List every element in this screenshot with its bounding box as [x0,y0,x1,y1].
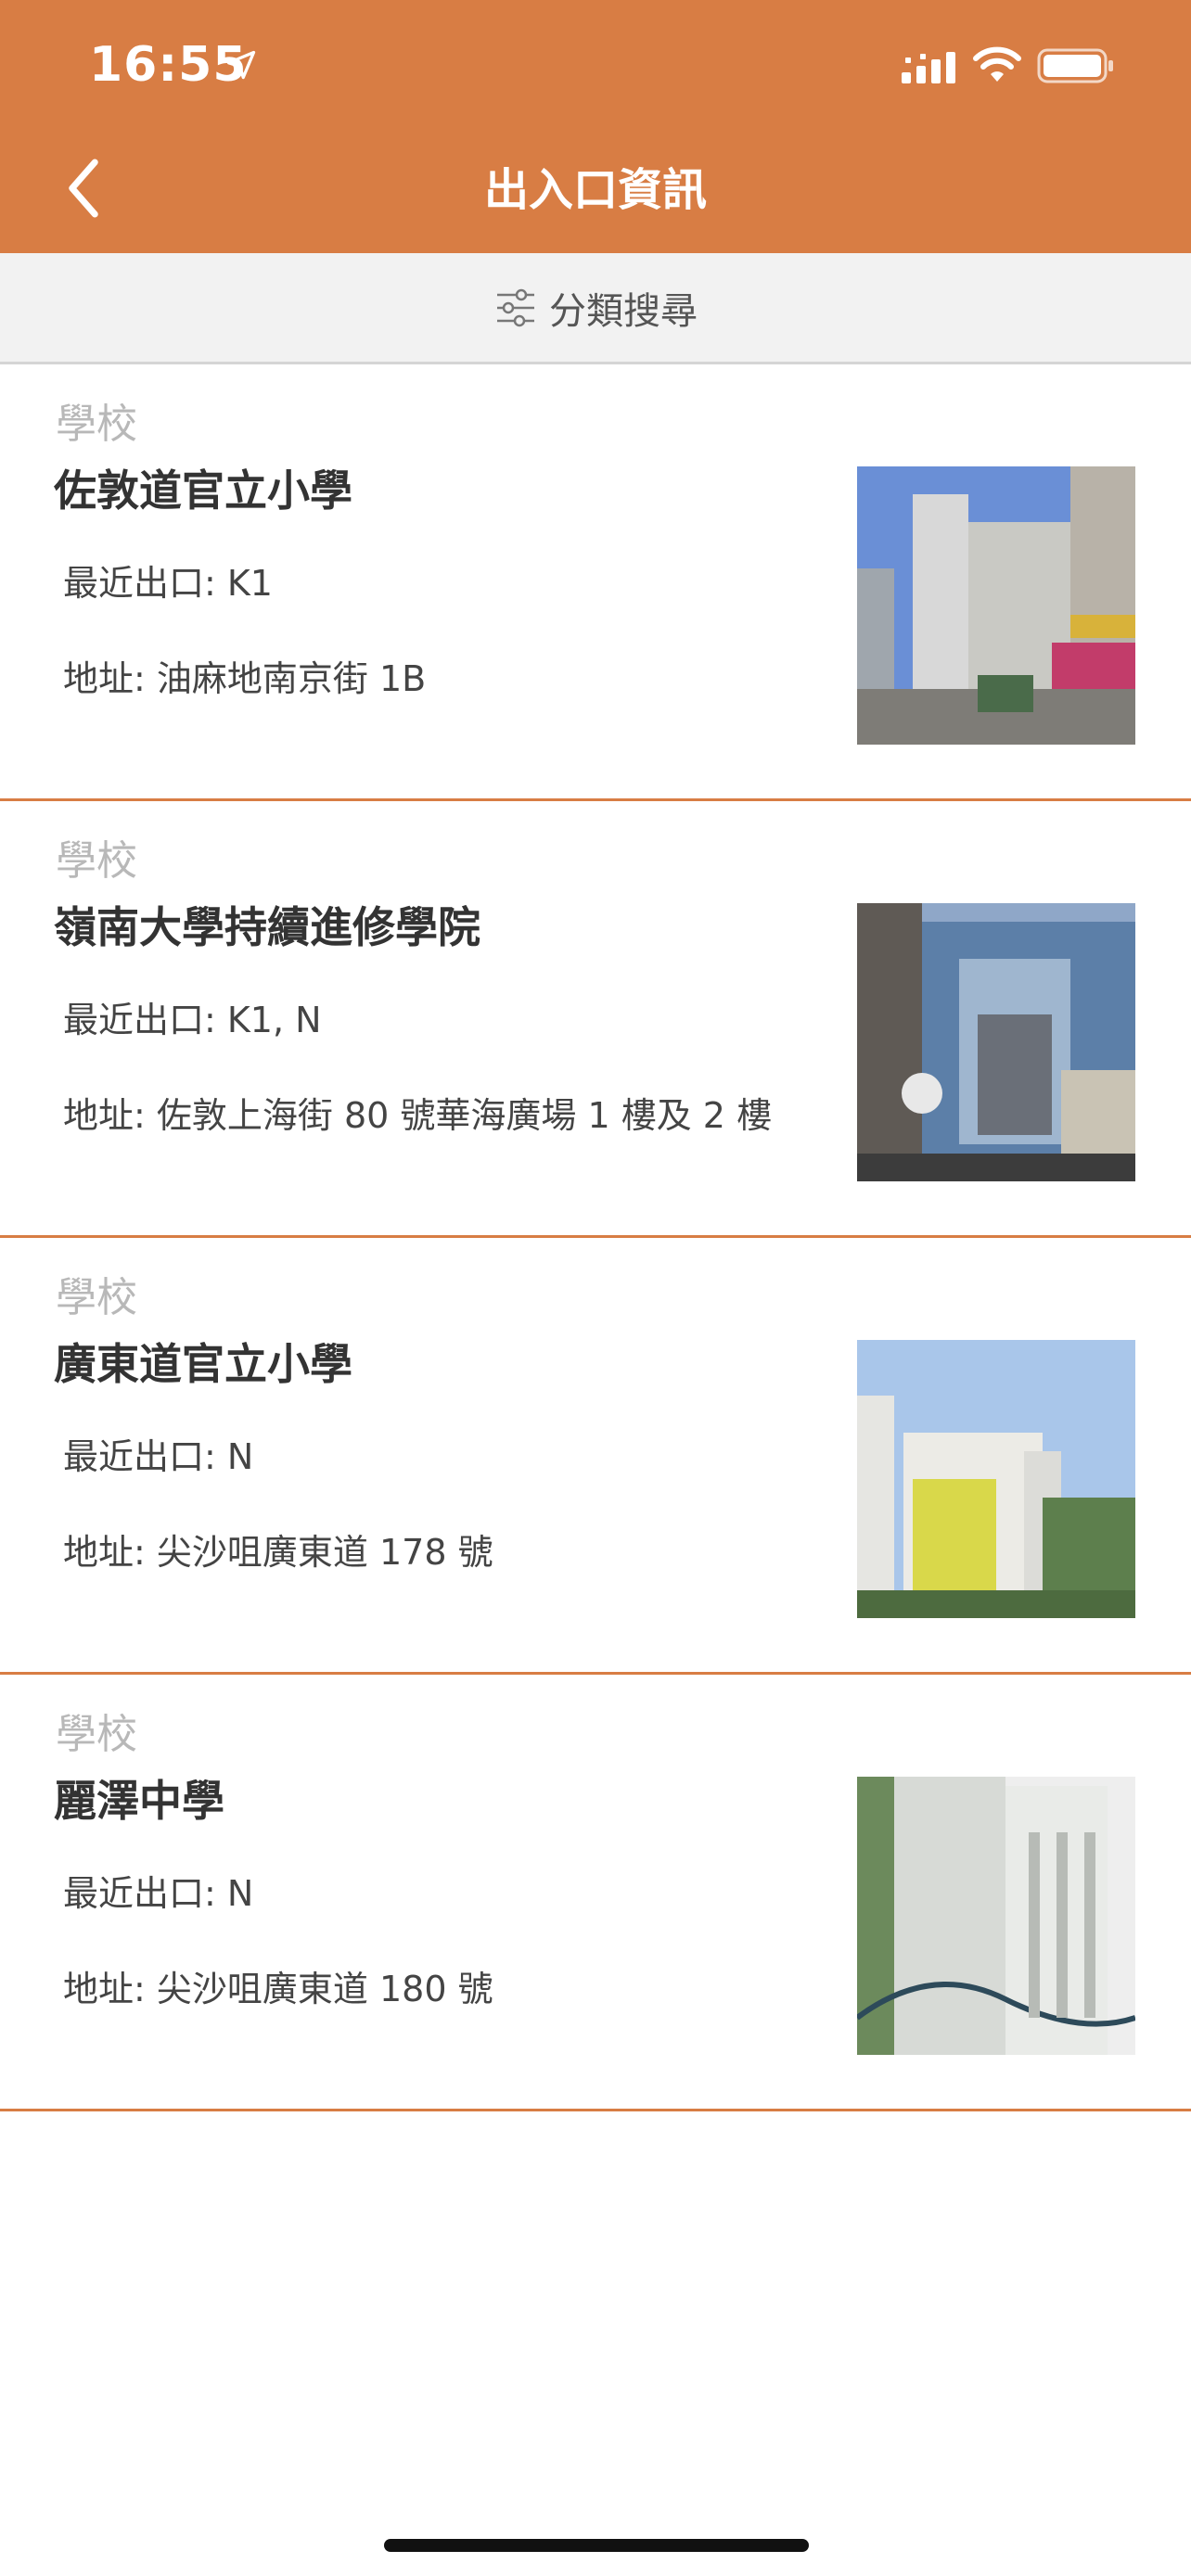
battery-icon [1037,48,1113,83]
item-category: 學校 [56,1274,137,1321]
item-address: 地址: 油麻地南京街 1B [63,658,427,699]
item-name: 嶺南大學持續進修學院 [54,902,480,952]
item-address: 地址: 佐敦上海街 80 號華海廣場 1 樓及 2 樓 [63,1095,773,1136]
status-time: 16:55 [89,37,248,93]
item-nearest-exit: 最近出口: K1, N [63,1000,322,1040]
item-address: 地址: 尖沙咀廣東道 180 號 [63,1969,493,2009]
page-title: 出入口資訊 [483,164,707,216]
home-indicator [384,2539,809,2552]
wifi-icon [973,46,1021,82]
item-category: 學校 [56,1711,137,1758]
category-search-label: 分類搜尋 [549,289,698,333]
location-arrow-icon [226,50,256,80]
item-category: 學校 [56,401,137,448]
signal-icon [902,52,955,83]
item-nearest-exit: 最近出口: K1 [63,563,273,604]
item-photo [857,1340,1135,1618]
sliders-icon [497,288,534,326]
item-name: 麗澤中學 [54,1776,224,1826]
item-photo [857,466,1135,745]
item-photo [857,1777,1135,2055]
navigation-header: 16:55 出入口資訊 [0,0,1191,253]
category-search-button[interactable]: 分類搜尋 [0,253,1191,364]
category-search-content: 分類搜尋 [0,253,1191,362]
item-address: 地址: 尖沙咀廣東道 178 號 [63,1532,493,1573]
item-name: 廣東道官立小學 [54,1339,352,1389]
list-item[interactable]: 學校 嶺南大學持續進修學院 最近出口: K1, N 地址: 佐敦上海街 80 號… [0,801,1191,1238]
facility-list: 學校 佐敦道官立小學 最近出口: K1 地址: 油麻地南京街 1B 學校 嶺南大… [0,364,1191,2111]
item-nearest-exit: 最近出口: N [63,1873,254,1914]
item-name: 佐敦道官立小學 [54,465,352,516]
item-nearest-exit: 最近出口: N [63,1436,254,1477]
item-photo [857,903,1135,1181]
list-item[interactable]: 學校 佐敦道官立小學 最近出口: K1 地址: 油麻地南京街 1B [0,364,1191,801]
item-category: 學校 [56,837,137,885]
app-screen: 16:55 出入口資訊 分類搜尋 學校 佐敦道官立小學 最近出口: K1 地址:… [0,0,1191,2576]
list-item[interactable]: 學校 廣東道官立小學 最近出口: N 地址: 尖沙咀廣東道 178 號 [0,1238,1191,1675]
list-item[interactable]: 學校 麗澤中學 最近出口: N 地址: 尖沙咀廣東道 180 號 [0,1675,1191,2111]
